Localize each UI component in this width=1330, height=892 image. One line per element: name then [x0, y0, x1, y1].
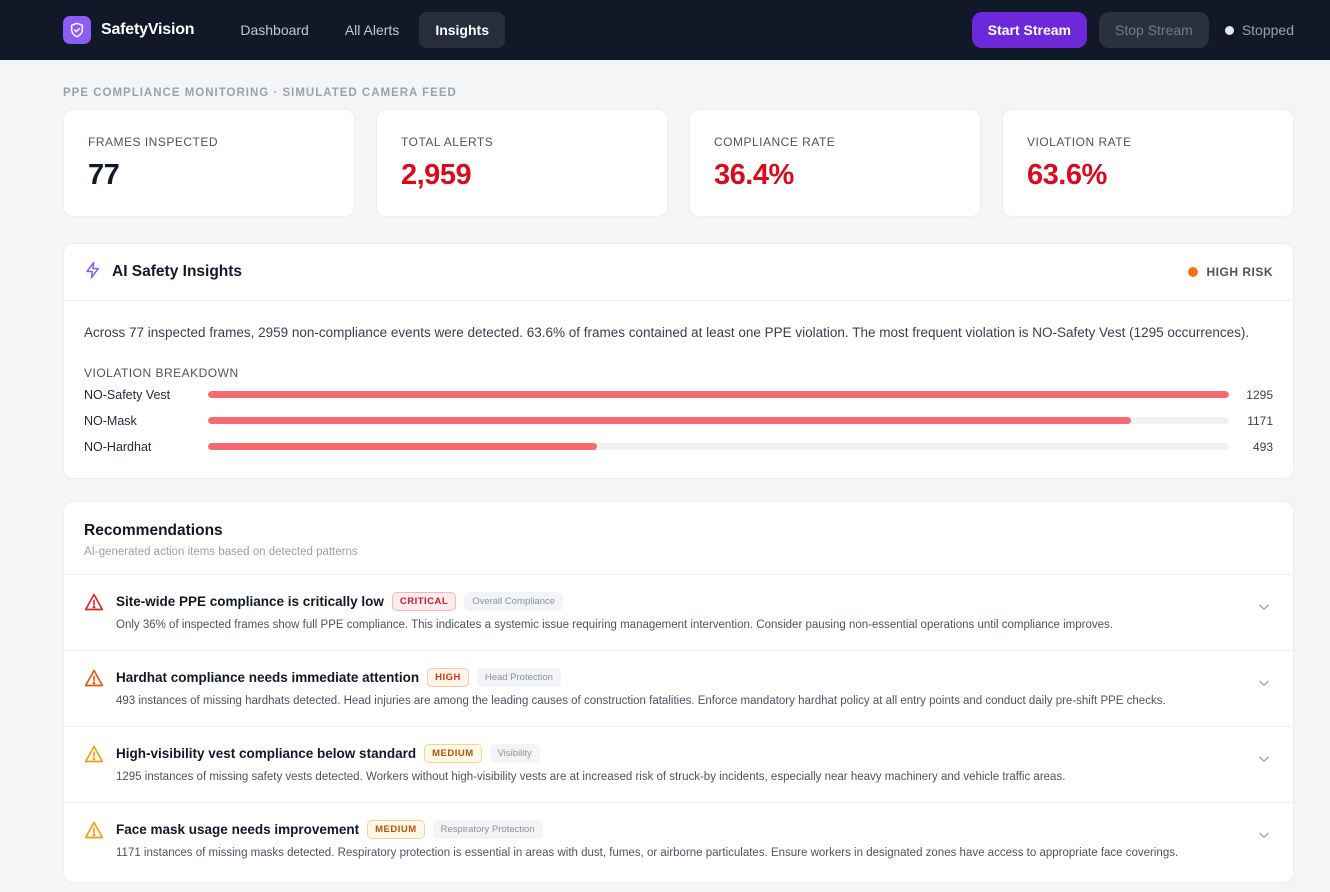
chevron-down-icon[interactable]	[1257, 600, 1271, 614]
stat-value: 63.6%	[1027, 159, 1107, 191]
stat-label: COMPLIANCE RATE	[714, 135, 836, 149]
bar-track	[208, 417, 1229, 425]
chevron-down-icon[interactable]	[1257, 752, 1271, 766]
stat-value: 77	[88, 159, 120, 191]
stat-label: VIOLATION RATE	[1027, 135, 1132, 149]
warning-triangle-icon	[84, 744, 104, 764]
risk-badge: HIGH RISK	[1188, 265, 1273, 279]
recommendation-item[interactable]: Hardhat compliance needs immediate atten…	[64, 651, 1293, 727]
category-tag: Respiratory Protection	[432, 820, 543, 839]
bar-count: 493	[1252, 439, 1273, 454]
stat-card-violation: VIOLATION RATE 63.6%	[1002, 109, 1294, 217]
stat-card-compliance: COMPLIANCE RATE 36.4%	[689, 109, 981, 217]
page-eyebrow: PPE COMPLIANCE MONITORING · SIMULATED CA…	[63, 87, 457, 99]
warning-triangle-icon	[84, 668, 104, 688]
recommendation-description: Only 36% of inspected frames show full P…	[116, 619, 1113, 631]
recommendation-item[interactable]: Site-wide PPE compliance is critically l…	[64, 575, 1293, 651]
stat-card-frames: FRAMES INSPECTED 77	[63, 109, 355, 217]
status-dot	[1224, 25, 1234, 35]
recommendation-description: 1171 instances of missing masks detected…	[116, 847, 1179, 859]
brand[interactable]: SafetyVision	[63, 16, 195, 44]
recommendation-item[interactable]: High-visibility vest compliance below st…	[64, 727, 1293, 803]
recommendations-title: Recommendations	[84, 522, 223, 539]
breakdown-row: NO-Hardhat 493	[84, 434, 1273, 460]
stats-row: FRAMES INSPECTED 77 TOTAL ALERTS 2,959 C…	[63, 109, 1294, 217]
recommendation-title: Face mask usage needs improvement	[116, 822, 360, 837]
lightning-icon	[84, 261, 102, 284]
breakdown-row: NO-Safety Vest 1295	[84, 382, 1273, 408]
nav-all-alerts[interactable]: All Alerts	[329, 12, 415, 48]
nav-dashboard[interactable]: Dashboard	[224, 12, 325, 48]
risk-dot	[1188, 267, 1199, 277]
severity-badge: HIGH	[427, 668, 469, 687]
chevron-down-icon[interactable]	[1257, 676, 1271, 690]
bar-fill	[208, 417, 1132, 425]
stat-value: 36.4%	[714, 159, 794, 191]
shield-icon	[63, 16, 91, 44]
category-tag: Overall Compliance	[464, 592, 564, 611]
recommendation-description: 493 instances of missing hardhats detect…	[116, 695, 1166, 707]
stat-value: 2,959	[401, 159, 472, 191]
risk-label: HIGH RISK	[1206, 265, 1273, 279]
recommendation-title: Site-wide PPE compliance is critically l…	[116, 594, 384, 609]
stat-label: FRAMES INSPECTED	[88, 135, 219, 149]
breakdown-label: VIOLATION BREAKDOWN	[84, 365, 239, 380]
bar-track	[208, 391, 1229, 399]
bar-fill	[208, 391, 1229, 399]
severity-badge: CRITICAL	[391, 592, 457, 611]
chevron-down-icon[interactable]	[1257, 828, 1271, 842]
insights-card: AI Safety Insights HIGH RISK Across 77 i…	[63, 243, 1294, 479]
violation-breakdown: NO-Safety Vest 1295 NO-Mask 1171 NO-Hard…	[84, 382, 1273, 460]
severity-badge: MEDIUM	[424, 744, 482, 763]
stop-stream-button[interactable]: Stop Stream	[1099, 12, 1209, 48]
bar-name: NO-Hardhat	[84, 439, 152, 454]
recommendations-card: Recommendations AI-generated action item…	[63, 501, 1294, 883]
warning-triangle-icon	[84, 592, 104, 612]
category-tag: Head Protection	[476, 668, 561, 687]
warning-triangle-icon	[84, 820, 104, 840]
severity-badge: MEDIUM	[367, 820, 425, 839]
start-stream-button[interactable]: Start Stream	[971, 12, 1087, 48]
nav-insights[interactable]: Insights	[419, 12, 505, 48]
brand-name: SafetyVision	[101, 21, 195, 38]
breakdown-row: NO-Mask 1171	[84, 408, 1273, 434]
stat-label: TOTAL ALERTS	[401, 135, 494, 149]
category-tag: Visibility	[489, 744, 540, 763]
bar-name: NO-Mask	[84, 413, 137, 428]
bar-count: 1171	[1247, 413, 1273, 428]
recommendation-title: Hardhat compliance needs immediate atten…	[116, 670, 420, 685]
recommendation-item[interactable]: Face mask usage needs improvement MEDIUM…	[64, 803, 1293, 879]
insights-summary: Across 77 inspected frames, 2959 non-com…	[84, 325, 1250, 340]
status-label: Stopped	[1241, 22, 1294, 38]
insights-title: AI Safety Insights	[112, 263, 243, 280]
recommendations-subtitle: AI-generated action items based on detec…	[84, 546, 358, 558]
bar-track	[208, 443, 1229, 451]
recommendation-title: High-visibility vest compliance below st…	[116, 746, 417, 761]
stat-card-alerts: TOTAL ALERTS 2,959	[376, 109, 668, 217]
bar-name: NO-Safety Vest	[84, 387, 171, 402]
bar-fill	[208, 443, 597, 451]
recommendation-description: 1295 instances of missing safety vests d…	[116, 771, 1066, 783]
top-nav: SafetyVision Dashboard All Alerts Insigh…	[0, 0, 1330, 60]
stream-status: Stopped	[1224, 22, 1294, 38]
bar-count: 1295	[1246, 387, 1273, 402]
